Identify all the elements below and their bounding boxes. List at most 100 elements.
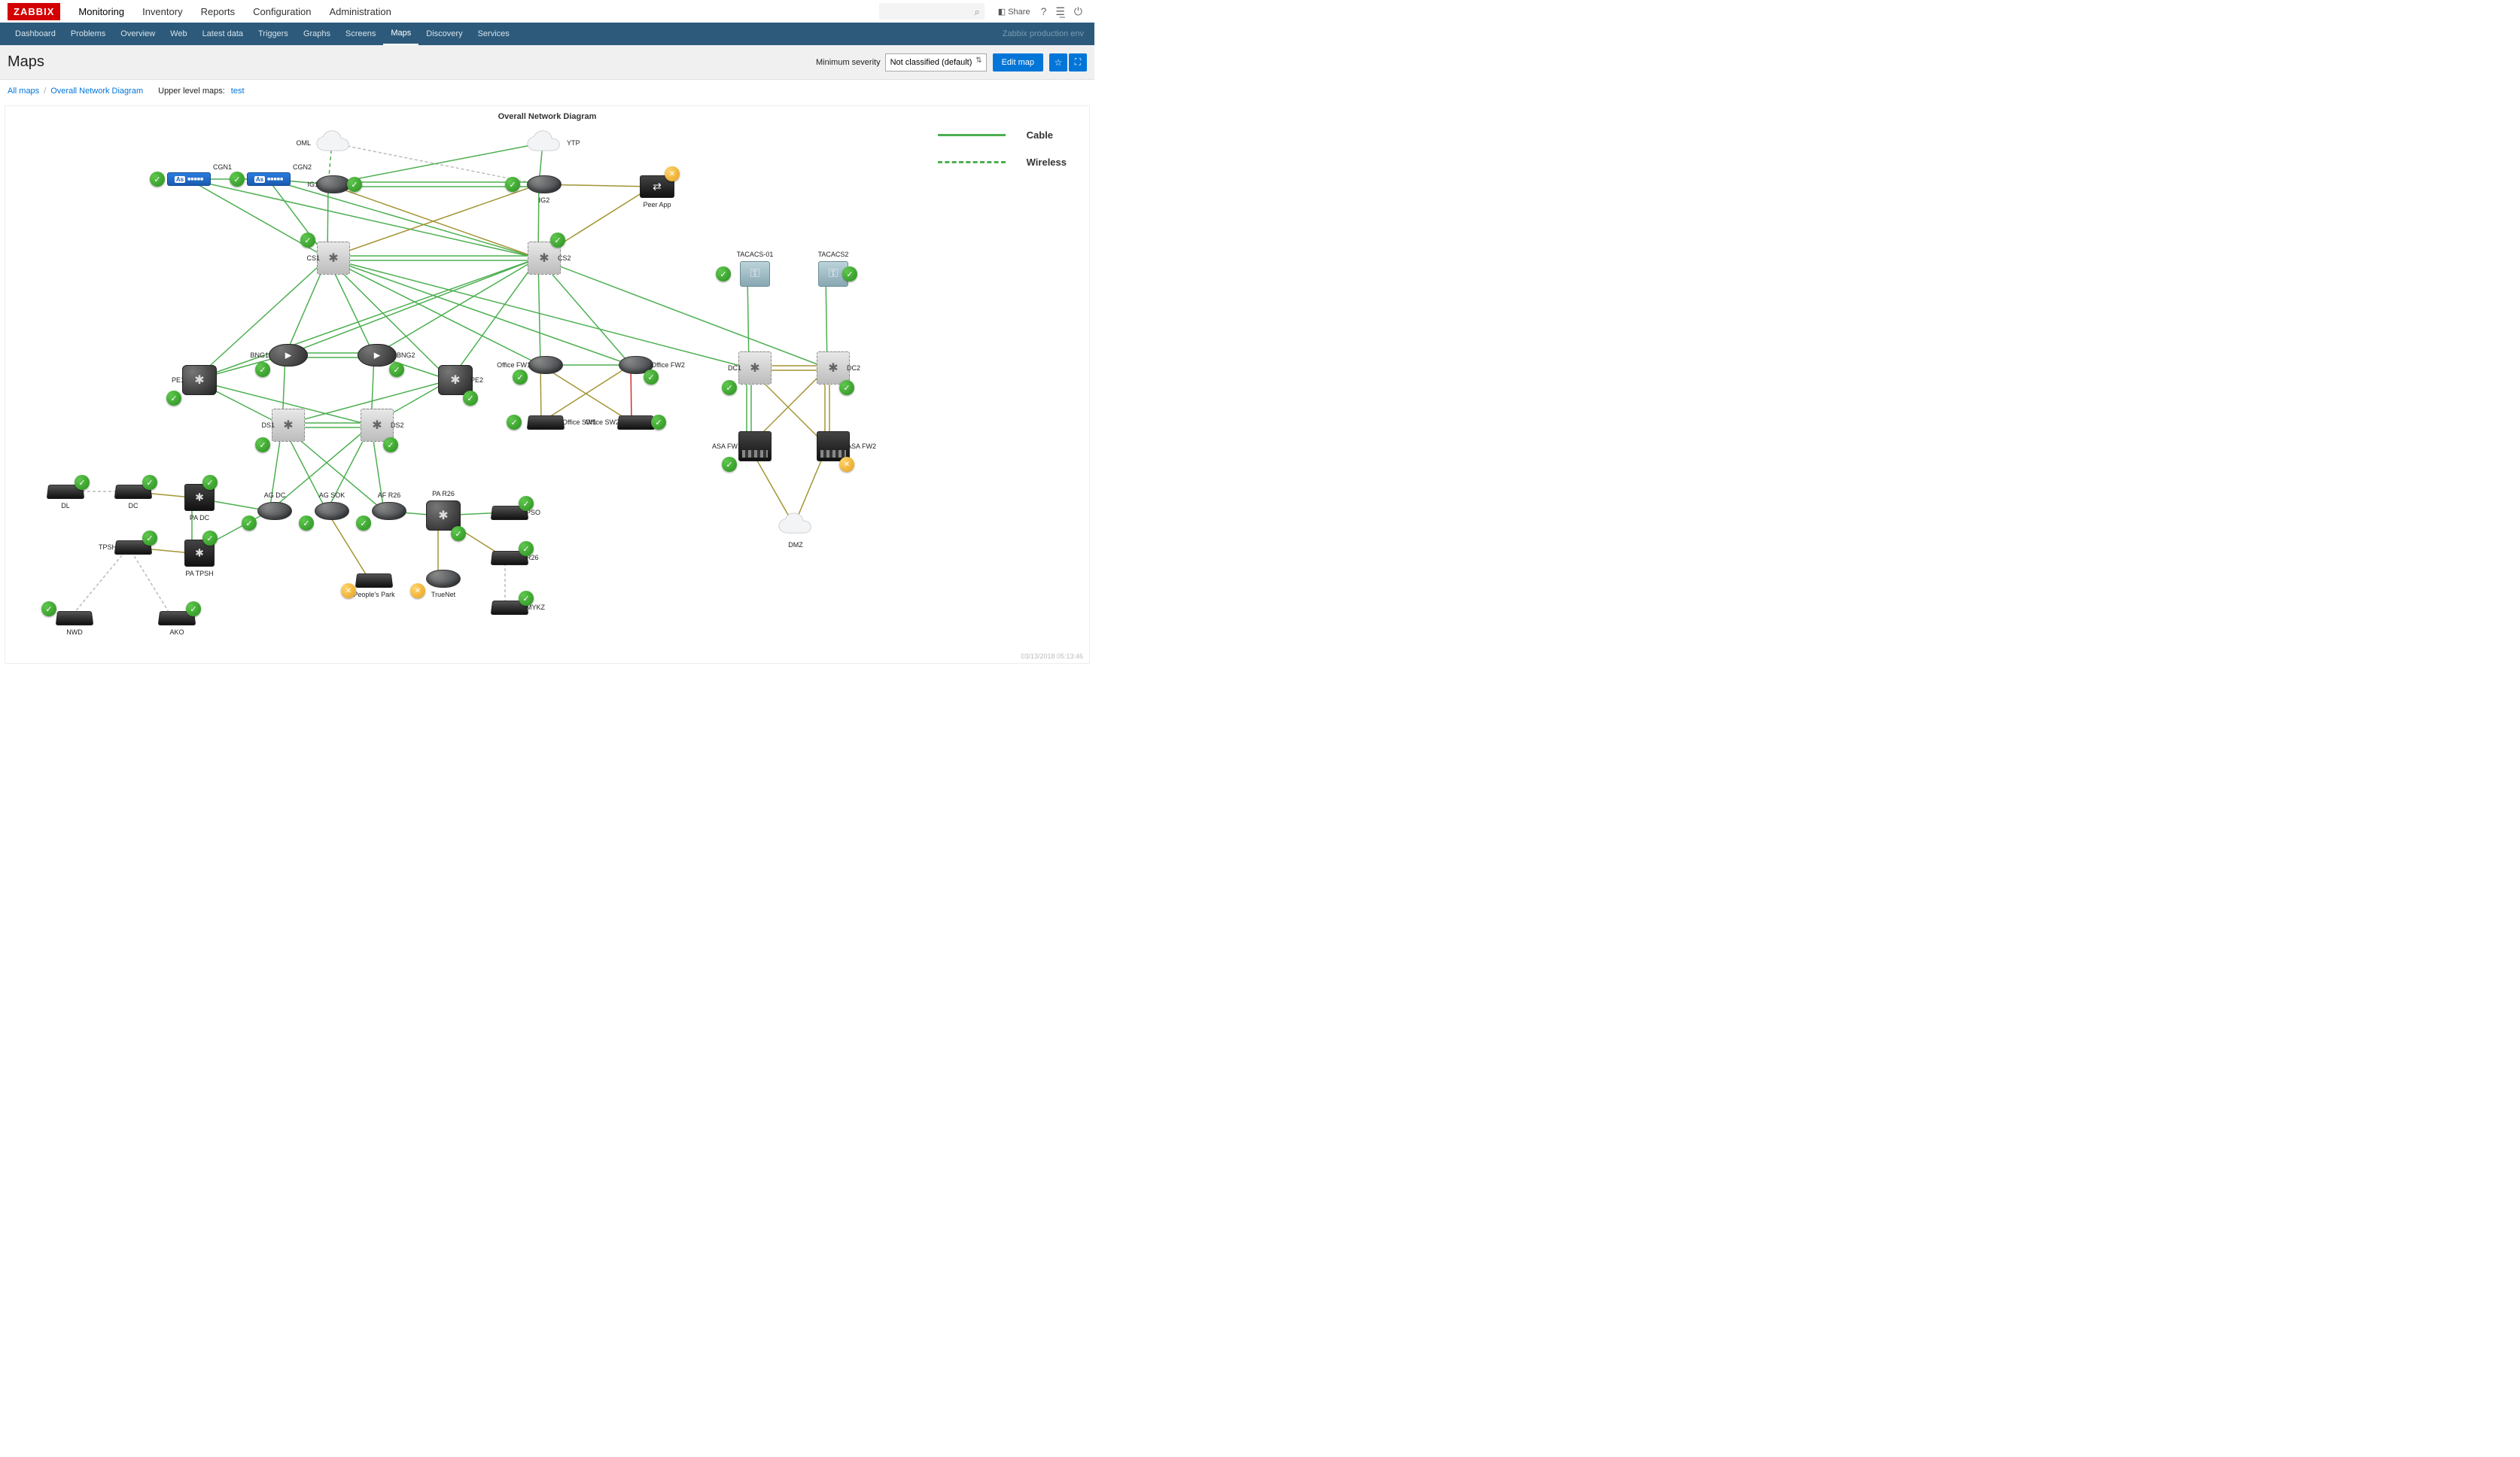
node-mykz[interactable]: MYKZ xyxy=(487,600,532,615)
node-dc1[interactable]: DC1 xyxy=(732,351,778,385)
subnav-discovery[interactable]: Discovery xyxy=(418,23,470,45)
node-label: CGN1 xyxy=(213,163,232,171)
node-patpsh[interactable]: PA TPSH xyxy=(177,540,222,577)
node-dc2[interactable]: DC2 xyxy=(811,351,856,385)
edit-map-button[interactable]: Edit map xyxy=(993,53,1043,71)
node-officesw2[interactable]: Office SW2 xyxy=(613,415,659,430)
node-oml[interactable]: OML xyxy=(311,130,356,156)
node-afr26[interactable]: AF R26 xyxy=(367,502,412,520)
network-map[interactable]: Overall Network Diagram OMLYTP■■■■■CGN1■… xyxy=(5,106,1089,663)
status-ok-icon xyxy=(230,172,245,187)
node-dl[interactable]: DL xyxy=(43,484,88,509)
power-icon[interactable]: ⏻ xyxy=(1074,5,1082,18)
node-peoplespark[interactable]: People's Park xyxy=(352,573,397,598)
severity-select[interactable]: Not classified (default) xyxy=(885,53,987,71)
node-bng1[interactable]: BNG1 xyxy=(266,344,311,367)
node-label: Office SW2 xyxy=(586,418,619,426)
status-ok-icon xyxy=(519,496,534,511)
status-ok-icon xyxy=(186,601,201,616)
breadcrumb-upper-link[interactable]: test xyxy=(231,87,245,96)
node-bng2[interactable]: BNG2 xyxy=(355,344,400,367)
node-ig2[interactable]: IG2 xyxy=(522,175,567,204)
subnav-latest-data[interactable]: Latest data xyxy=(195,23,251,45)
subnav-services[interactable]: Services xyxy=(470,23,517,45)
status-ok-icon xyxy=(716,266,731,281)
user-icon[interactable]: ☰̲ xyxy=(1055,5,1065,18)
node-asafw2[interactable]: ASA FW2 xyxy=(811,431,856,461)
subnav-graphs[interactable]: Graphs xyxy=(296,23,338,45)
subnav-triggers[interactable]: Triggers xyxy=(251,23,296,45)
node-tacacs01[interactable]: TACACS-01 xyxy=(732,261,778,287)
favorite-button[interactable]: ☆ xyxy=(1049,53,1067,71)
node-agsok[interactable]: AG SOK xyxy=(309,502,355,520)
node-peerapp[interactable]: Peer App xyxy=(635,175,680,208)
node-cs2[interactable]: CS2 xyxy=(522,242,567,275)
status-ok-icon xyxy=(166,391,181,406)
node-nwd[interactable]: NWD xyxy=(52,610,97,636)
status-ok-icon xyxy=(41,601,56,616)
subnav-overview[interactable]: Overview xyxy=(113,23,163,45)
breadcrumb-current[interactable]: Overall Network Diagram xyxy=(50,87,143,96)
subnav-maps[interactable]: Maps xyxy=(383,23,418,45)
search-input[interactable] xyxy=(879,3,985,20)
node-padc[interactable]: PA DC xyxy=(177,484,222,522)
node-label: DL xyxy=(61,502,70,509)
topnav-reports[interactable]: Reports xyxy=(192,6,245,17)
status-warn-icon xyxy=(839,457,854,472)
node-tpsh[interactable]: TPSH xyxy=(111,540,156,555)
node-ds1[interactable]: DS1 xyxy=(266,409,311,442)
router-icon xyxy=(426,570,461,588)
node-par26[interactable]: PA R26 xyxy=(421,500,466,531)
node-agdc[interactable]: AG DC xyxy=(252,502,297,520)
status-ok-icon xyxy=(142,531,157,546)
status-ok-icon xyxy=(255,437,270,452)
node-officefw1[interactable]: Office FW1 xyxy=(523,356,568,374)
help-icon[interactable]: ? xyxy=(1041,5,1047,17)
server-icon xyxy=(738,351,772,385)
node-officefw2[interactable]: Office FW2 xyxy=(613,356,659,374)
node-dmz[interactable]: DMZ xyxy=(773,513,818,549)
topnav-inventory[interactable]: Inventory xyxy=(133,6,191,17)
breadcrumb-all-maps[interactable]: All maps xyxy=(8,87,39,96)
node-cs1[interactable]: CS1 xyxy=(311,242,356,275)
subnav-problems[interactable]: Problems xyxy=(63,23,113,45)
node-dc[interactable]: DC xyxy=(111,484,156,509)
node-pso[interactable]: PSO xyxy=(487,505,532,520)
node-label: ASA FW2 xyxy=(847,443,876,450)
search-icon[interactable]: ⌕ xyxy=(974,6,979,18)
switch-icon xyxy=(355,573,394,588)
node-label: CS2 xyxy=(558,254,571,262)
bng-icon xyxy=(269,344,308,367)
status-ok-icon xyxy=(519,541,534,556)
subnav-web[interactable]: Web xyxy=(163,23,194,45)
node-label: BNG1 xyxy=(250,351,269,359)
server-icon xyxy=(272,409,305,442)
node-truenet[interactable]: TrueNet xyxy=(421,570,466,598)
node-ako[interactable]: AKO xyxy=(154,610,199,636)
node-tacacs2[interactable]: TACACS2 xyxy=(811,261,856,287)
node-cgn1[interactable]: ■■■■■CGN1 xyxy=(166,172,212,186)
node-label: IG1 xyxy=(307,181,318,188)
status-ok-icon xyxy=(505,177,520,192)
status-ok-icon xyxy=(463,391,478,406)
subnav-screens[interactable]: Screens xyxy=(338,23,383,45)
map-legend: Cable Wireless xyxy=(938,121,1067,175)
topnav-administration[interactable]: Administration xyxy=(320,6,400,17)
node-officesw1[interactable]: Office SW1 xyxy=(523,415,568,430)
node-r26[interactable]: R26 xyxy=(487,550,532,565)
node-ig1[interactable]: IG1 xyxy=(311,175,356,193)
subnav-dashboard[interactable]: Dashboard xyxy=(8,23,63,45)
node-ds2[interactable]: DS2 xyxy=(355,409,400,442)
topnav-configuration[interactable]: Configuration xyxy=(244,6,320,17)
node-label: AG SOK xyxy=(319,491,345,499)
node-label: TACACS2 xyxy=(818,251,849,258)
fullscreen-button[interactable]: ⛶ xyxy=(1069,53,1087,71)
node-label: People's Park xyxy=(353,591,394,598)
topnav-monitoring[interactable]: Monitoring xyxy=(69,6,133,17)
node-ytp[interactable]: YTP xyxy=(522,130,567,156)
node-pe2[interactable]: PE2 xyxy=(433,365,478,395)
node-pe1[interactable]: PE1 xyxy=(177,365,222,395)
node-cgn2[interactable]: ■■■■■CGN2 xyxy=(246,172,291,186)
share-button[interactable]: ◧ Share xyxy=(998,7,1030,17)
node-asafw1[interactable]: ASA FW1 xyxy=(732,431,778,461)
